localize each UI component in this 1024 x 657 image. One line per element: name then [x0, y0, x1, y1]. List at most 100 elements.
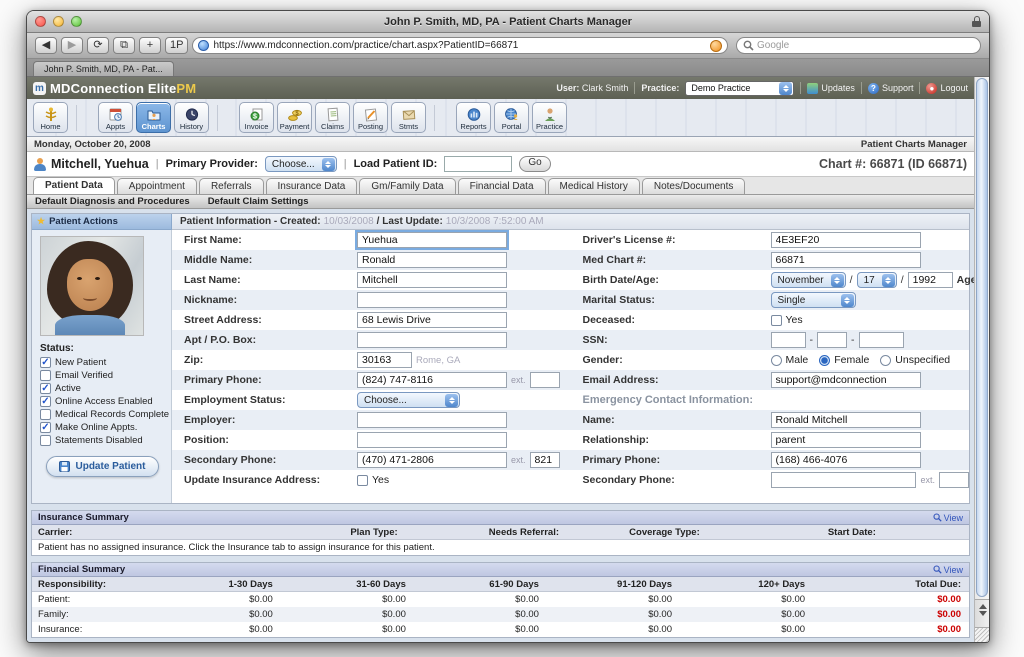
- gender-unspecified-radio[interactable]: [880, 355, 891, 366]
- forward-button[interactable]: ▶: [61, 37, 83, 54]
- rss-snapback-icon[interactable]: [710, 40, 722, 52]
- ssn-label: SSN:: [571, 334, 771, 346]
- toolbar-posting-button[interactable]: Posting: [353, 102, 388, 133]
- zip-input[interactable]: [357, 352, 412, 368]
- birth-year-input[interactable]: [908, 272, 953, 288]
- vertical-scrollbar[interactable]: [974, 77, 989, 642]
- relationship-input[interactable]: [771, 432, 921, 448]
- select-stepper-icon: [779, 82, 792, 95]
- gender-male-radio[interactable]: [771, 355, 782, 366]
- checkbox-email-verified[interactable]: Email Verified: [40, 370, 165, 381]
- app-logo-icon: m: [33, 82, 46, 95]
- ssn-part1-input[interactable]: [771, 332, 806, 348]
- first-name-input[interactable]: [357, 232, 507, 248]
- onepassword-button[interactable]: 1P: [165, 37, 188, 54]
- tab-patient-data[interactable]: Patient Data: [33, 177, 115, 194]
- toolbar-invoice-button[interactable]: $ Invoice: [239, 102, 274, 133]
- support-link[interactable]: ?Support: [868, 83, 914, 94]
- subtab-default-claim-settings[interactable]: Default Claim Settings: [208, 196, 309, 207]
- deceased-checkbox[interactable]: [771, 315, 782, 326]
- toolbar-home-button[interactable]: Home: [33, 102, 68, 133]
- checkbox-statements-disabled[interactable]: Statements Disabled: [40, 435, 165, 446]
- med-chart-input[interactable]: [771, 252, 921, 268]
- update-patient-button[interactable]: Update Patient: [46, 456, 158, 477]
- updates-link[interactable]: Updates: [807, 83, 855, 94]
- toolbar-reports-button[interactable]: Reports: [456, 102, 491, 133]
- birth-month-select[interactable]: November: [771, 272, 846, 288]
- tab-insurance-data[interactable]: Insurance Data: [266, 178, 358, 194]
- back-button[interactable]: ◀: [35, 37, 57, 54]
- employer-input[interactable]: [357, 412, 507, 428]
- financial-view-link[interactable]: View: [933, 565, 963, 575]
- address-bar[interactable]: https://www.mdconnection.com/practice/ch…: [192, 37, 728, 54]
- toolbar-history-button[interactable]: History: [174, 102, 209, 133]
- toolbar-charts-button[interactable]: Charts: [136, 102, 171, 133]
- insurance-view-link[interactable]: View: [933, 513, 963, 523]
- employment-status-select[interactable]: Choose...: [357, 392, 460, 408]
- checkbox-online-access[interactable]: Online Access Enabled: [40, 396, 165, 407]
- toolbar-stmts-button[interactable]: Stmts: [391, 102, 426, 133]
- drivers-license-input[interactable]: [771, 232, 921, 248]
- tab-appointment[interactable]: Appointment: [117, 178, 197, 194]
- payment-coins-icon: $: [287, 107, 303, 122]
- checkbox-make-online-appts[interactable]: Make Online Appts.: [40, 422, 165, 433]
- scroll-down-arrow[interactable]: [979, 611, 987, 616]
- load-patient-input[interactable]: [444, 156, 512, 172]
- checkbox-new-patient[interactable]: New Patient: [40, 357, 165, 368]
- primary-provider-select[interactable]: Choose...: [265, 156, 337, 172]
- scrollbar-arrows[interactable]: [975, 599, 990, 627]
- claims-document-icon: [325, 107, 341, 122]
- tab-referrals[interactable]: Referrals: [199, 178, 264, 194]
- browser-tab[interactable]: John P. Smith, MD, PA - Pat...: [33, 61, 174, 76]
- update-insurance-checkbox[interactable]: [357, 475, 368, 486]
- search-input[interactable]: Google: [736, 37, 981, 54]
- marital-status-select[interactable]: Single: [771, 292, 856, 308]
- secondary-phone-ext-input[interactable]: [530, 452, 560, 468]
- logout-link[interactable]: ●Logout: [926, 83, 968, 94]
- apt-pobox-input[interactable]: [357, 332, 507, 348]
- last-name-input[interactable]: [357, 272, 507, 288]
- gender-female-radio[interactable]: [819, 355, 830, 366]
- scroll-up-arrow[interactable]: [979, 604, 987, 609]
- new-tab-button[interactable]: +: [139, 37, 161, 54]
- practice-value: Demo Practice: [686, 83, 778, 93]
- emergency-phone2-ext-input[interactable]: [939, 472, 969, 488]
- tab-medical-history[interactable]: Medical History: [548, 178, 640, 194]
- middle-name-input[interactable]: [357, 252, 507, 268]
- module-title: Patient Charts Manager: [861, 139, 967, 150]
- nickname-input[interactable]: [357, 292, 507, 308]
- emergency-phone2-input[interactable]: [771, 472, 917, 488]
- emergency-phone-input[interactable]: [771, 452, 921, 468]
- tab-gm-family-data[interactable]: Gm/Family Data: [359, 178, 455, 194]
- toolbar-claims-button[interactable]: Claims: [315, 102, 350, 133]
- primary-phone-ext-input[interactable]: [530, 372, 560, 388]
- birth-day-select[interactable]: 17: [857, 272, 897, 288]
- checkbox-medical-records[interactable]: Medical Records Complete: [40, 409, 165, 420]
- ssn-part2-input[interactable]: [817, 332, 847, 348]
- toolbar-portal-button[interactable]: Portal: [494, 102, 529, 133]
- ssn-part3-input[interactable]: [859, 332, 904, 348]
- checkbox: [40, 409, 51, 420]
- patient-actions-header[interactable]: ★ Patient Actions: [32, 214, 172, 230]
- tab-financial-data[interactable]: Financial Data: [458, 178, 546, 194]
- toolbar-appts-button[interactable]: Appts: [98, 102, 133, 133]
- secondary-phone-input[interactable]: [357, 452, 507, 468]
- street-address-input[interactable]: [357, 312, 507, 328]
- invoice-icon: $: [249, 107, 265, 122]
- practice-select[interactable]: Demo Practice: [685, 81, 794, 96]
- emergency-name-input[interactable]: [771, 412, 921, 428]
- magnifier-icon: [933, 565, 942, 574]
- scrollbar-thumb[interactable]: [976, 78, 988, 597]
- toolbar-payment-button[interactable]: $ Payment: [277, 102, 312, 133]
- reload-button[interactable]: ⟳: [87, 37, 109, 54]
- resize-grip[interactable]: [975, 627, 990, 642]
- checkbox-active[interactable]: Active: [40, 383, 165, 394]
- email-input[interactable]: [771, 372, 921, 388]
- go-button[interactable]: Go: [519, 156, 550, 172]
- tab-notes-documents[interactable]: Notes/Documents: [642, 178, 745, 194]
- primary-phone-input[interactable]: [357, 372, 507, 388]
- snapback-icon[interactable]: ⧉: [113, 37, 135, 54]
- toolbar-practice-button[interactable]: Practice: [532, 102, 567, 133]
- position-input[interactable]: [357, 432, 507, 448]
- subtab-default-diagnosis[interactable]: Default Diagnosis and Procedures: [35, 196, 190, 207]
